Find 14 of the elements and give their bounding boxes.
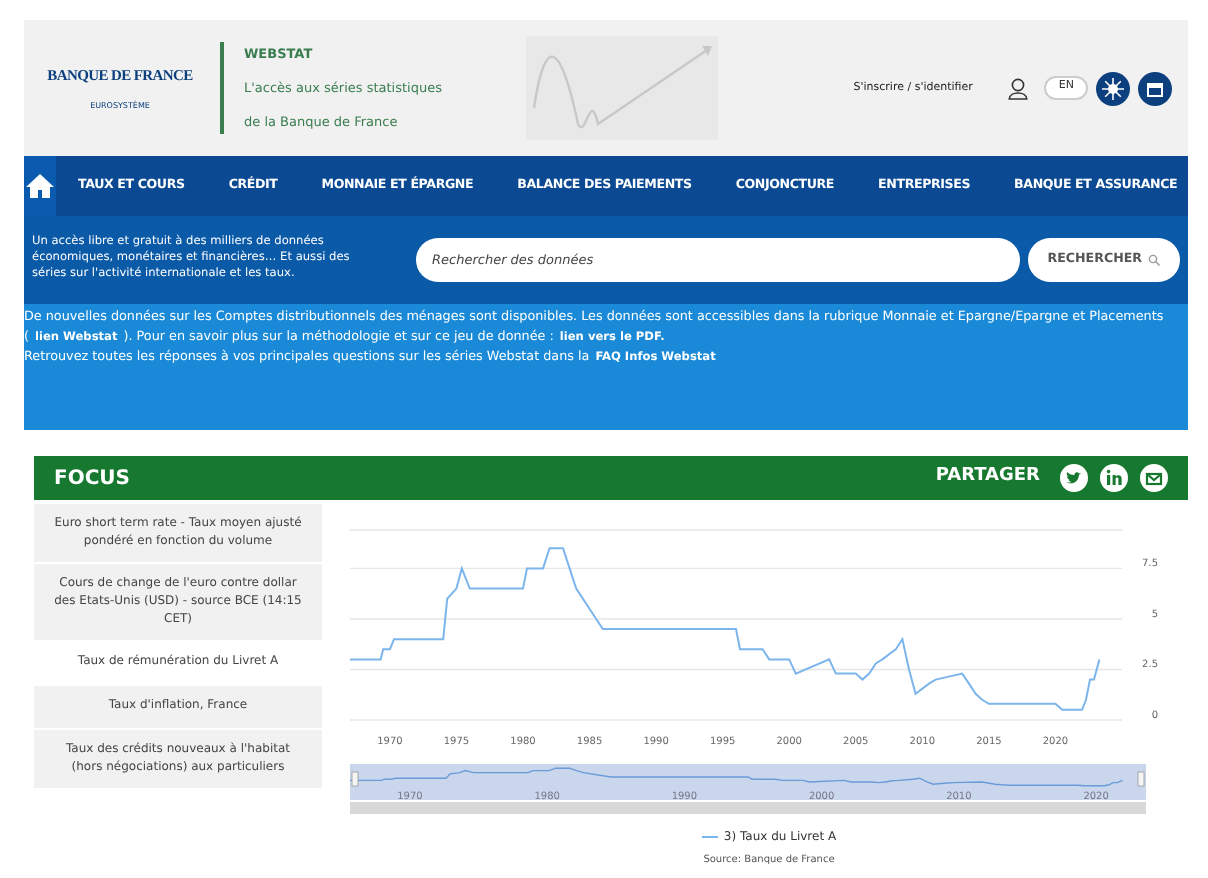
user-icon[interactable] <box>1008 77 1029 99</box>
focus-title: FOCUS <box>54 465 130 493</box>
range-handle[interactable] <box>1137 771 1145 787</box>
legend-line-icon <box>701 834 718 840</box>
search-icon <box>1148 254 1160 266</box>
sun-icon[interactable] <box>1096 71 1130 105</box>
share-label: PARTAGER <box>935 464 1040 491</box>
scrollbar[interactable] <box>350 802 1146 814</box>
twitter-icon[interactable] <box>1060 464 1088 492</box>
home-icon[interactable] <box>24 156 56 216</box>
range-handle[interactable] <box>351 771 359 787</box>
mail-icon[interactable] <box>1140 464 1168 492</box>
calendar-icon[interactable] <box>1138 71 1172 105</box>
linkedin-icon[interactable] <box>1100 464 1128 492</box>
